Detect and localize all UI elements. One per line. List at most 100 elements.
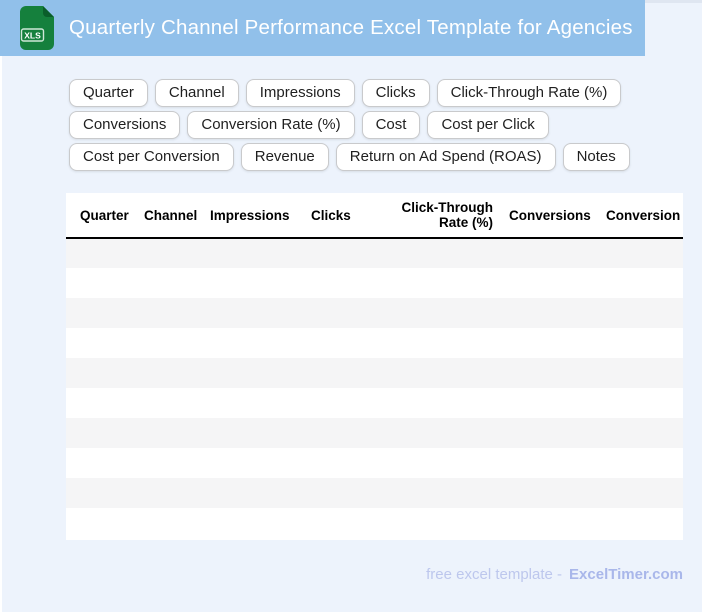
table-cell [501, 508, 597, 538]
table-cell [136, 328, 202, 358]
tag-chip[interactable]: Channel [154, 79, 239, 107]
table-cell [66, 238, 136, 268]
table-cell [66, 478, 136, 508]
table-cell [389, 238, 501, 268]
table-cell [303, 508, 389, 538]
column-header: Quarter [80, 207, 129, 223]
table-cell [136, 358, 202, 388]
table-container: Quarter Channel Impressions Clicks Click-Thr… [66, 193, 683, 540]
table-row [66, 358, 683, 388]
table-cell [136, 478, 202, 508]
table-cell [66, 328, 136, 358]
table-row [66, 388, 683, 418]
table-cell [303, 298, 389, 328]
table-cell [597, 478, 683, 508]
footer: free excel template - ExcelTimer.com [426, 566, 683, 583]
table-row [66, 508, 683, 538]
table-cell [597, 418, 683, 448]
column-header: Conversion Rate (%) [605, 207, 683, 223]
table-cell [66, 508, 136, 538]
table-cell [202, 478, 303, 508]
table-cell [389, 478, 501, 508]
footer-brand-link[interactable]: ExcelTimer.com [569, 566, 683, 583]
table-cell [202, 328, 303, 358]
table-head: Quarter Channel Impressions Clicks Click-Thr… [66, 193, 683, 238]
table-cell [202, 268, 303, 298]
footer-text: free excel template - [426, 566, 563, 583]
page: XLS Quarterly Channel Performance Excel … [0, 0, 702, 612]
tag-chip[interactable]: Clicks [361, 79, 430, 107]
table-cell [597, 328, 683, 358]
column-header: Channel [144, 207, 198, 223]
table-row [66, 418, 683, 448]
table-cell [136, 448, 202, 478]
table-cell [136, 388, 202, 418]
tag-list: Quarter Channel Impressions Clicks Click-Thr… [69, 79, 675, 171]
tag-chip[interactable]: Cost per Conversion [69, 143, 234, 171]
table-cell [389, 358, 501, 388]
table-cell [389, 418, 501, 448]
table-cell [66, 388, 136, 418]
table-cell [501, 298, 597, 328]
table-cell [501, 388, 597, 418]
column-header: Clicks [311, 207, 351, 223]
page-title: Quarterly Channel Performance Excel Temp… [69, 16, 633, 39]
table-cell [303, 448, 389, 478]
table-cell [389, 268, 501, 298]
tag-chip[interactable]: Notes [562, 143, 630, 171]
header-bar: XLS Quarterly Channel Performance Excel … [0, 0, 645, 56]
table-cell [501, 478, 597, 508]
table-cell [501, 238, 597, 268]
table-row [66, 238, 683, 268]
table-cell [66, 358, 136, 388]
table-cell [136, 298, 202, 328]
table-cell [389, 328, 501, 358]
table-cell [303, 328, 389, 358]
table-body [66, 238, 683, 538]
table-cell [597, 238, 683, 268]
tag-chip[interactable]: Quarter [69, 79, 148, 107]
tag-chip[interactable]: Conversion Rate (%) [187, 111, 355, 139]
table-cell [303, 478, 389, 508]
window-edge-strip [645, 0, 702, 3]
table-cell [66, 268, 136, 298]
xls-file-icon: XLS [20, 6, 54, 50]
page-left-margin [0, 56, 2, 612]
tag-chip[interactable]: Cost per Click [427, 111, 549, 139]
tag-chip[interactable]: Click-Through Rate (%) [436, 79, 622, 107]
tag-chip[interactable]: Conversions [69, 111, 181, 139]
table-cell [202, 508, 303, 538]
table-cell [501, 268, 597, 298]
table-cell [303, 418, 389, 448]
tag-chip[interactable]: Impressions [245, 79, 355, 107]
table-cell [202, 418, 303, 448]
table-cell [136, 418, 202, 448]
data-table: Quarter Channel Impressions Clicks Click-Thr… [66, 193, 683, 538]
table-cell [597, 388, 683, 418]
column-header: Impressions [210, 207, 290, 223]
table-cell [597, 358, 683, 388]
column-header: Click-Through Rate (%) [401, 200, 494, 230]
table-cell [202, 238, 303, 268]
table-cell [303, 268, 389, 298]
table-row [66, 268, 683, 298]
table-cell [136, 508, 202, 538]
table-cell [501, 328, 597, 358]
table-cell [202, 388, 303, 418]
table-cell [389, 508, 501, 538]
table-row [66, 448, 683, 478]
tag-chip[interactable]: Revenue [240, 143, 329, 171]
table-cell [597, 268, 683, 298]
table-cell [389, 448, 501, 478]
table-cell [136, 238, 202, 268]
table-cell [303, 238, 389, 268]
table-cell [66, 298, 136, 328]
table-row [66, 298, 683, 328]
table-cell [597, 508, 683, 538]
table-cell [202, 298, 303, 328]
table-cell [66, 448, 136, 478]
tag-chip[interactable]: Cost [361, 111, 421, 139]
table-row [66, 478, 683, 508]
tag-chip[interactable]: Return on Ad Spend (ROAS) [335, 143, 556, 171]
table-cell [202, 358, 303, 388]
